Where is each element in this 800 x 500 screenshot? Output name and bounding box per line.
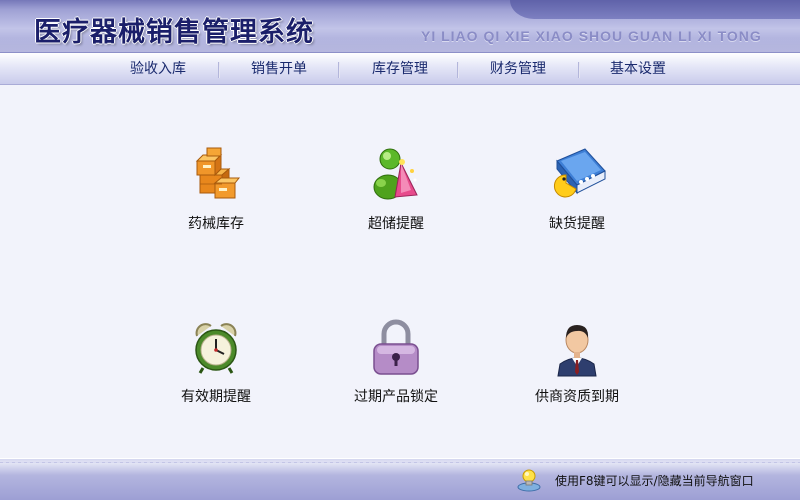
lightbulb-icon (517, 469, 541, 492)
app-subtitle-pinyin: YI LIAO QI XIE XIAO SHOU GUAN LI XI TONG (421, 28, 762, 44)
menu-item-finance[interactable]: 财务管理 (478, 60, 558, 78)
tile-label: 药械库存 (188, 216, 244, 232)
app-title: 医疗器械销售管理系统 (34, 17, 314, 48)
menu-item-inventory[interactable]: 库存管理 (360, 60, 440, 78)
tile-overstock-alert[interactable]: 超储提醒 (321, 145, 471, 235)
status-bar: 使用F8键可以显示/隐藏当前导航窗口 (0, 458, 800, 500)
title-banner: 医疗器械销售管理系统 YI LIAO QI XIE XIAO SHOU GUAN… (0, 0, 800, 52)
menu-item-receiving[interactable]: 验收入库 (118, 60, 198, 78)
main-menu-bar: 验收入库 销售开单 库存管理 财务管理 基本设置 (0, 52, 800, 85)
menu-separator (457, 62, 459, 78)
status-hint-text: 使用F8键可以显示/隐藏当前导航窗口 (555, 474, 754, 488)
menu-separator (578, 62, 580, 78)
menu-item-sales-order[interactable]: 销售开单 (239, 60, 319, 78)
businessman-icon (557, 325, 597, 377)
tile-label: 缺货提醒 (549, 216, 605, 232)
pacman-book-icon (554, 148, 606, 198)
tile-expired-lock[interactable]: 过期产品锁定 (321, 318, 471, 408)
tile-label: 超储提醒 (368, 216, 424, 232)
tile-label: 过期产品锁定 (354, 389, 438, 405)
boxes-icon (195, 147, 241, 199)
menu-item-settings[interactable]: 基本设置 (598, 60, 678, 78)
tile-label: 有效期提醒 (181, 389, 251, 405)
navigation-panel: 药械库存 超储提醒 缺货提醒 有效期提醒 过期产品锁定 供商资质到期 (0, 85, 800, 458)
menu-separator (338, 62, 340, 78)
menu-separator (218, 62, 220, 78)
status-divider (0, 462, 800, 463)
tile-supplier-qualification[interactable]: 供商资质到期 (502, 318, 652, 408)
tile-drug-inventory[interactable]: 药械库存 (141, 145, 291, 235)
tile-shortage-alert[interactable]: 缺货提醒 (502, 145, 652, 235)
msn-buddy-icon (373, 148, 418, 200)
tile-expiry-alert[interactable]: 有效期提醒 (141, 318, 291, 408)
padlock-icon (373, 319, 419, 375)
alarm-clock-icon (195, 323, 237, 374)
banner-notch (510, 0, 800, 19)
tile-label: 供商资质到期 (535, 389, 619, 405)
